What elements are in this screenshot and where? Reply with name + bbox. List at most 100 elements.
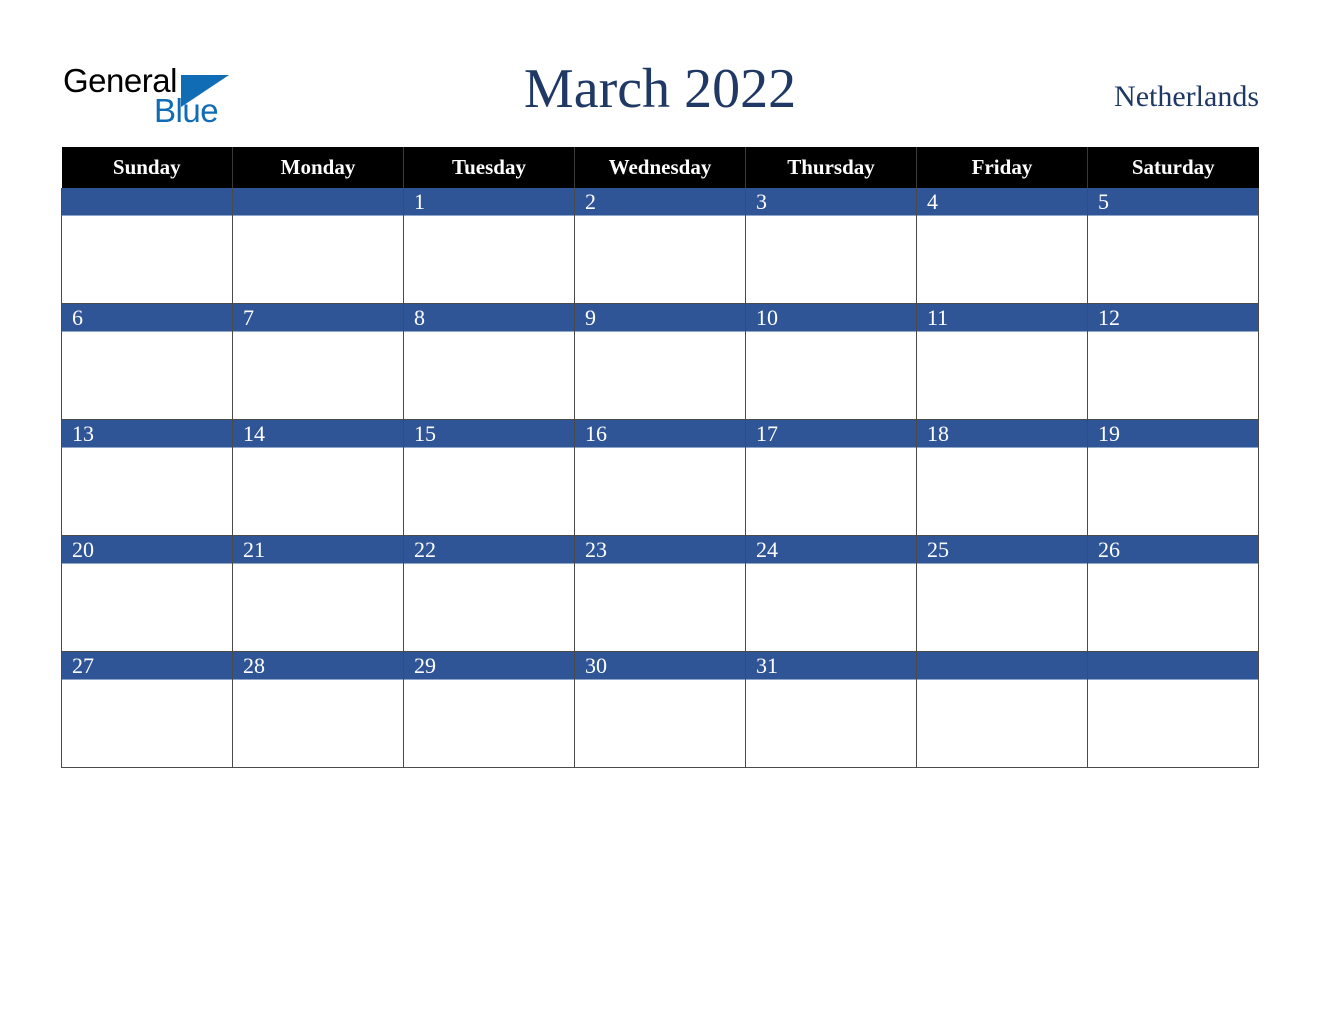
day-number: 23 [575,536,745,564]
day-notes-area[interactable] [1088,332,1258,418]
calendar-day-cell[interactable]: 11 [916,303,1088,420]
calendar-day-cell[interactable]: 27 [61,651,233,768]
calendar-day-cell[interactable]: 8 [403,303,575,420]
day-number: 27 [62,652,232,680]
day-notes-area[interactable] [233,216,403,302]
day-number: 10 [746,304,916,332]
day-notes-area[interactable] [404,216,574,302]
day-notes-area[interactable] [404,448,574,534]
calendar-day-cell[interactable]: 30 [574,651,746,768]
calendar-day-cell[interactable]: 29 [403,651,575,768]
weekday-header-sunday: Sunday [61,147,233,188]
calendar-day-cell[interactable]: 13 [61,419,233,536]
day-number [917,652,1087,680]
day-notes-area[interactable] [1088,564,1258,650]
calendar-day-cell[interactable]: 6 [61,303,233,420]
day-notes-area[interactable] [917,448,1087,534]
day-notes-area[interactable] [62,564,232,650]
day-notes-area[interactable] [575,216,745,302]
day-number: 4 [917,188,1087,216]
calendar-day-cell[interactable] [916,651,1088,768]
day-notes-area[interactable] [62,680,232,766]
calendar-day-cell[interactable]: 5 [1087,188,1259,304]
day-notes-area[interactable] [233,680,403,766]
calendar-day-cell[interactable]: 14 [232,419,404,536]
calendar-head: Sunday Monday Tuesday Wednesday Thursday… [61,147,1259,188]
day-number: 9 [575,304,745,332]
day-number: 28 [233,652,403,680]
calendar-day-cell[interactable]: 19 [1087,419,1259,536]
day-notes-area[interactable] [917,216,1087,302]
calendar-day-cell[interactable]: 21 [232,535,404,652]
calendar-day-cell[interactable]: 23 [574,535,746,652]
day-number [1088,652,1258,680]
day-notes-area[interactable] [233,448,403,534]
weekday-header-monday: Monday [232,147,404,188]
day-number: 8 [404,304,574,332]
day-notes-area[interactable] [62,332,232,418]
day-notes-area[interactable] [404,332,574,418]
day-number: 12 [1088,304,1258,332]
day-notes-area[interactable] [1088,680,1258,766]
day-notes-area[interactable] [62,448,232,534]
calendar-day-cell[interactable]: 4 [916,188,1088,304]
day-number: 24 [746,536,916,564]
day-number: 20 [62,536,232,564]
calendar-day-cell[interactable]: 12 [1087,303,1259,420]
calendar-day-cell[interactable]: 10 [745,303,917,420]
day-notes-area[interactable] [917,332,1087,418]
calendar-day-cell[interactable]: 16 [574,419,746,536]
calendar-week-row: 6 7 8 9 10 11 12 [61,303,1259,420]
day-notes-area[interactable] [233,564,403,650]
page-title: March 2022 [523,58,797,120]
day-notes-area[interactable] [746,680,916,766]
calendar-day-cell[interactable] [1087,651,1259,768]
day-notes-area[interactable] [575,448,745,534]
day-number: 17 [746,420,916,448]
calendar-day-cell[interactable]: 24 [745,535,917,652]
day-notes-area[interactable] [746,332,916,418]
day-number [233,188,403,216]
day-notes-area[interactable] [746,564,916,650]
calendar-day-cell[interactable]: 7 [232,303,404,420]
calendar-day-cell[interactable] [232,188,404,304]
day-number: 1 [404,188,574,216]
day-notes-area[interactable] [62,216,232,302]
calendar-week-row: 13 14 15 16 17 18 19 [61,419,1259,536]
day-notes-area[interactable] [575,332,745,418]
calendar-day-cell[interactable]: 1 [403,188,575,304]
day-notes-area[interactable] [575,564,745,650]
day-notes-area[interactable] [746,216,916,302]
calendar-day-cell[interactable]: 25 [916,535,1088,652]
day-notes-area[interactable] [917,564,1087,650]
calendar-day-cell[interactable] [61,188,233,304]
calendar-day-cell[interactable]: 22 [403,535,575,652]
day-notes-area[interactable] [917,680,1087,766]
day-number: 26 [1088,536,1258,564]
day-notes-area[interactable] [1088,448,1258,534]
calendar-day-cell[interactable]: 9 [574,303,746,420]
calendar-day-cell[interactable]: 3 [745,188,917,304]
calendar-day-cell[interactable]: 18 [916,419,1088,536]
day-notes-area[interactable] [233,332,403,418]
day-notes-area[interactable] [575,680,745,766]
calendar-week-row: 1 2 3 4 5 [61,188,1259,304]
weekday-header-saturday: Saturday [1087,147,1259,188]
weekday-header-friday: Friday [916,147,1088,188]
calendar-day-cell[interactable]: 2 [574,188,746,304]
weekday-header-row: Sunday Monday Tuesday Wednesday Thursday… [61,147,1259,188]
day-notes-area[interactable] [404,680,574,766]
calendar-day-cell[interactable]: 26 [1087,535,1259,652]
day-number: 6 [62,304,232,332]
day-number: 22 [404,536,574,564]
day-notes-area[interactable] [746,448,916,534]
day-notes-area[interactable] [1088,216,1258,302]
calendar-day-cell[interactable]: 31 [745,651,917,768]
day-notes-area[interactable] [404,564,574,650]
day-number: 29 [404,652,574,680]
calendar-day-cell[interactable]: 15 [403,419,575,536]
calendar-day-cell[interactable]: 28 [232,651,404,768]
calendar-day-cell[interactable]: 20 [61,535,233,652]
day-number: 5 [1088,188,1258,216]
calendar-day-cell[interactable]: 17 [745,419,917,536]
